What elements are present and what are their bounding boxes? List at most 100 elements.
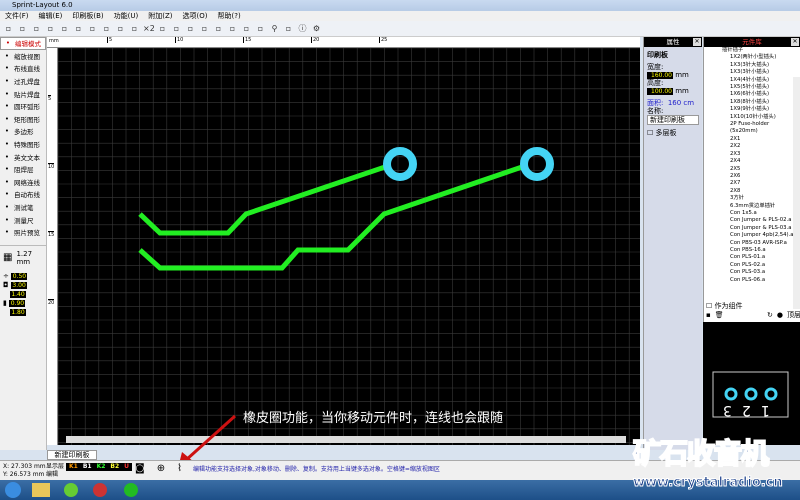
tool-test-pen[interactable]: • 测试笔 [0, 201, 46, 214]
import-icon[interactable]: ▫ [227, 23, 238, 34]
snap-icon[interactable]: ⊕ [157, 463, 165, 474]
layer-toggle[interactable]: U [124, 463, 129, 471]
save-icon[interactable]: ▪ [706, 311, 711, 319]
tree-item[interactable]: 1X10(10针小插头) [730, 114, 794, 121]
print-icon[interactable]: ▫ [45, 23, 56, 34]
smd-width-field[interactable]: 0.90 [9, 299, 26, 307]
menu-item[interactable]: 文件(F) [5, 12, 29, 20]
tree-item[interactable]: Con Jumper & PLS-02.a [730, 217, 794, 224]
tree-item[interactable]: 1X4(4针小插头) [730, 77, 794, 84]
tree-item[interactable]: 2X5 [730, 166, 794, 173]
tree-item[interactable]: Con PLS-02.a [730, 262, 794, 269]
menu-item[interactable]: 选项(O) [183, 12, 208, 20]
layer-toggle[interactable]: B1 [83, 463, 92, 471]
tool-photo-preview[interactable]: • 照片预览 [0, 226, 46, 239]
delete-icon[interactable]: ▫ [129, 23, 140, 34]
app-icon[interactable] [64, 483, 78, 497]
menu-item[interactable]: 印刷板(B) [72, 12, 103, 20]
tool-solder-mask[interactable]: • 阻焊层 [0, 163, 46, 176]
tree-item[interactable]: 2X2 [730, 143, 794, 150]
tree-item[interactable]: 6.3mm贯边单插针 [730, 203, 794, 210]
smd-height-field[interactable]: 1.80 [9, 308, 26, 316]
tree-item[interactable]: 2X4 [730, 158, 794, 165]
cut-icon[interactable]: ▫ [87, 23, 98, 34]
tool-circle[interactable]: • 圆环弧形 [0, 100, 46, 113]
tab-board[interactable]: 新建印刷板 [47, 450, 97, 460]
tree-item[interactable]: 1X6(6针小插头) [730, 91, 794, 98]
tree-item[interactable]: 2X1 [730, 136, 794, 143]
search-icon[interactable]: ⚲ [269, 23, 280, 34]
tool-zoom[interactable]: • 缩放视图 [0, 50, 46, 63]
pad-inner-field[interactable]: 1.40 [9, 290, 26, 298]
tree-item[interactable]: 2X3 [730, 151, 794, 158]
width-field[interactable]: 160.00 [647, 72, 673, 79]
copy-icon[interactable]: ▫ [101, 23, 112, 34]
close-icon[interactable]: ✕ [693, 38, 701, 46]
layer-icon[interactable]: ● [777, 311, 783, 319]
tool-polygon[interactable]: • 多边形 [0, 125, 46, 138]
track-width-field[interactable]: 0.50 [11, 272, 28, 280]
tool-pointer[interactable]: • 编辑模式 [0, 37, 46, 50]
new-icon[interactable]: ▫ [3, 23, 14, 34]
settings-icon[interactable]: ⚙ [311, 23, 322, 34]
multilayer-checkbox[interactable]: 多层板 [656, 129, 677, 137]
track[interactable] [138, 164, 386, 236]
tool-via-pad[interactable]: • 过孔焊盘 [0, 75, 46, 88]
tree-item[interactable]: Con PLS-03.a [730, 269, 794, 276]
tree-item[interactable]: 3方针 [730, 195, 794, 202]
group-icon[interactable]: ▫ [199, 23, 210, 34]
layer-toggle[interactable]: K2 [97, 463, 106, 471]
scrollbar[interactable] [793, 77, 800, 309]
name-field[interactable]: 新建印刷板 [647, 115, 699, 125]
tool-connection[interactable]: • 网络连线 [0, 176, 46, 189]
zoom-factor[interactable]: ×2 [143, 23, 155, 34]
paste-icon[interactable]: ▫ [115, 23, 126, 34]
tree-item[interactable]: Con Jumper 4pb(2,54).a [730, 232, 794, 239]
layer-toggle[interactable]: B2 [110, 463, 119, 471]
rubberband-icon[interactable]: ◙ [135, 463, 145, 474]
rotate-icon[interactable]: ↻ [767, 311, 773, 319]
tree-item[interactable]: 2X8 [730, 188, 794, 195]
tree-item[interactable]: 1X2(两针小型插头) [730, 54, 794, 61]
tool-text[interactable]: • 英文文本 [0, 150, 46, 163]
rubberband-mode-icon[interactable]: ⌇ [177, 463, 182, 474]
open-icon[interactable]: ▫ [17, 23, 28, 34]
tree-item[interactable]: Con PLS-06.a [730, 277, 794, 284]
ungroup-icon[interactable]: ▫ [213, 23, 224, 34]
unlock-icon[interactable]: ▫ [255, 23, 266, 34]
pad-outer-field[interactable]: 3.00 [10, 281, 27, 289]
layer-toggle[interactable]: K1 [69, 463, 78, 471]
h-scrollbar[interactable] [66, 436, 626, 443]
menu-item[interactable]: 附加(Z) [148, 12, 172, 20]
height-field[interactable]: 100.00 [647, 88, 673, 95]
tool-rectangle[interactable]: • 矩形图形 [0, 113, 46, 126]
tool-special-shape[interactable]: • 特殊图形 [0, 138, 46, 151]
pad[interactable] [520, 147, 554, 181]
mirror-icon[interactable]: ▫ [171, 23, 182, 34]
tree-item[interactable]: 2X6 [730, 173, 794, 180]
menu-item[interactable]: 帮助(?) [218, 12, 241, 20]
component-tree[interactable]: 插针插子 1X2(两针小型插头) 1X3(3针大插头) 1X3(3针小插头) 1X4(4… [704, 47, 794, 309]
tool-smd-pad[interactable]: • 贴片焊盘 [0, 87, 46, 100]
menu-item[interactable]: 功能(U) [114, 12, 139, 20]
tree-item[interactable]: Con PBS-16.a [730, 247, 794, 254]
pad[interactable] [383, 147, 417, 181]
track[interactable] [138, 164, 523, 271]
redo-icon[interactable]: ▫ [73, 23, 84, 34]
grid-size[interactable]: 1.27 mm [16, 250, 43, 266]
tool-measure[interactable]: • 测量尺 [0, 213, 46, 226]
crop-icon[interactable]: ▫ [283, 23, 294, 34]
tree-item[interactable]: 2X7 [730, 180, 794, 187]
tree-item[interactable]: 1X3(3针小插头) [730, 69, 794, 76]
undo-icon[interactable]: ▫ [59, 23, 70, 34]
app-icon[interactable] [93, 483, 107, 497]
tree-item[interactable]: Con PBS-03 AVR-ISP.a [730, 240, 794, 247]
pcb-drawing[interactable] [57, 47, 640, 445]
tree-item[interactable]: Con PLS-01.a [730, 254, 794, 261]
tool-autoroute[interactable]: • 自动布线 [0, 188, 46, 201]
rotate-icon[interactable]: ▫ [157, 23, 168, 34]
info-icon[interactable]: ⓘ [297, 23, 308, 34]
tree-item[interactable]: Con 1x5.a [730, 210, 794, 217]
start-button[interactable] [5, 482, 21, 498]
delete-icon[interactable]: 🗑 [715, 311, 724, 319]
